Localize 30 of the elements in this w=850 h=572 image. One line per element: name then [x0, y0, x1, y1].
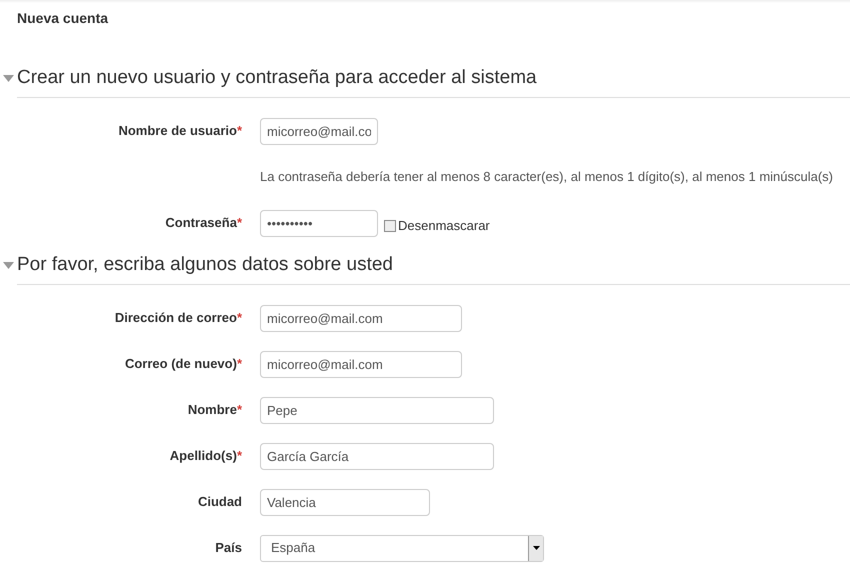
- field-label: Dirección de correo: [114, 309, 237, 328]
- field-label: Contraseña: [165, 214, 237, 232]
- page-title: Nueva cuenta: [17, 10, 108, 26]
- country-dropdown[interactable]: España: [260, 534, 544, 562]
- required-mark: *: [236, 122, 242, 140]
- required-mark: *: [236, 355, 242, 374]
- text-field[interactable]: micorreo@mail.com: [260, 304, 462, 332]
- required-mark: *: [236, 401, 242, 420]
- text-field[interactable]: Valencia: [260, 488, 430, 516]
- required-mark: *: [236, 309, 242, 328]
- field-label: Correo (de nuevo): [124, 355, 237, 374]
- required-mark: *: [236, 447, 242, 466]
- checkbox-label: Desenmascarar: [398, 217, 490, 236]
- text-field[interactable]: micorreo@mail.co: [260, 118, 378, 144]
- password-field[interactable]: ••••••••••: [260, 210, 378, 236]
- collapse-triangle-icon[interactable]: [3, 262, 14, 268]
- text-field[interactable]: García García: [260, 442, 494, 470]
- field-label: Nombre: [188, 401, 237, 420]
- section-heading[interactable]: Crear un nuevo usuario y contraseña para acceder al sistema: [17, 64, 537, 92]
- text-field[interactable]: micorreo@mail.com: [260, 350, 462, 378]
- required-mark: *: [236, 214, 242, 232]
- checkbox[interactable]: [384, 220, 396, 232]
- section-heading[interactable]: Por favor, escriba algunos datos sobre usted: [17, 250, 394, 280]
- field-label: Nombre de usuario: [118, 122, 237, 140]
- collapse-triangle-icon[interactable]: [3, 74, 14, 82]
- text-field[interactable]: Pepe: [260, 396, 494, 424]
- password-hint: La contraseña debería tener al menos 8 caracter(es), al menos 1 dígito(s), al menos 1 minúscula(s): [260, 168, 833, 186]
- field-label: Ciudad: [198, 493, 242, 512]
- field-label: Apellido(s): [170, 447, 237, 466]
- field-label: País: [215, 539, 242, 558]
